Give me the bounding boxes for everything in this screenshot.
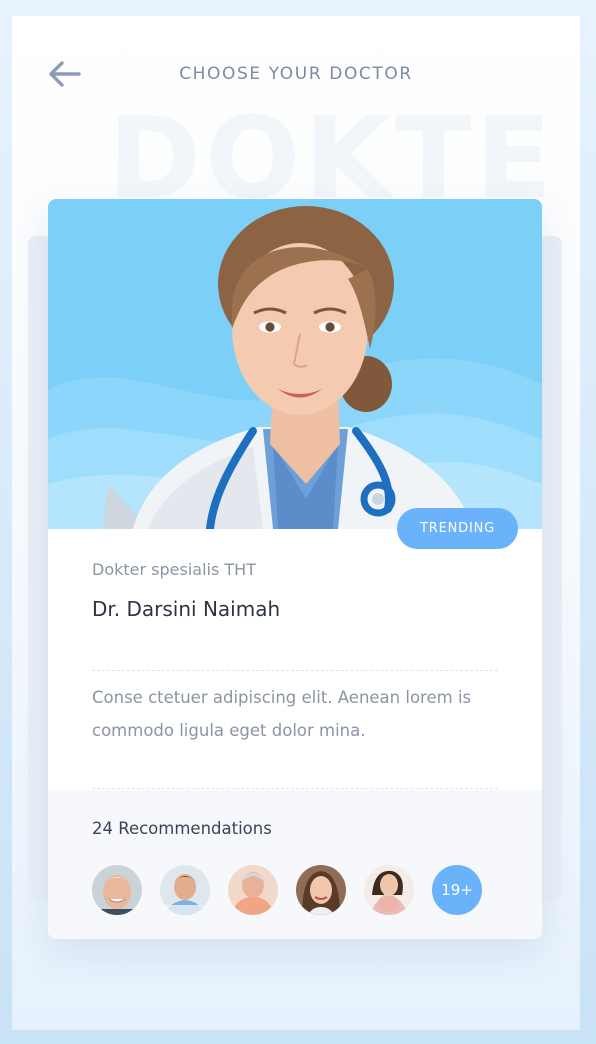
- doctor-description: Conse ctetuer adipiscing elit. Aenean lo…: [92, 688, 472, 740]
- trending-badge: TRENDING: [397, 508, 518, 549]
- avatar[interactable]: [92, 865, 142, 915]
- avatar[interactable]: [364, 865, 414, 915]
- doctor-photo: [48, 199, 542, 529]
- avatar[interactable]: [296, 865, 346, 915]
- phone-screen: CHOOSE YOUR DOCTOR DOKTE TRENDING Dokter…: [12, 16, 580, 1030]
- recommender-avatars: 19+: [92, 865, 482, 915]
- divider: [92, 788, 498, 789]
- doctor-card[interactable]: TRENDING Dokter spesialis THT Dr. Darsin…: [48, 199, 542, 939]
- doctor-specialty: Dokter spesialis THT: [92, 560, 256, 579]
- recommendations-section: 24 Recommendations 19+: [48, 790, 542, 939]
- avatar[interactable]: [228, 865, 278, 915]
- page-title: CHOOSE YOUR DOCTOR: [179, 64, 413, 84]
- more-recommenders-button[interactable]: 19+: [432, 865, 482, 915]
- recommendations-count: 24 Recommendations: [92, 819, 272, 838]
- divider: [92, 670, 498, 671]
- avatar[interactable]: [160, 865, 210, 915]
- doctor-name: Dr. Darsini Naimah: [92, 597, 281, 621]
